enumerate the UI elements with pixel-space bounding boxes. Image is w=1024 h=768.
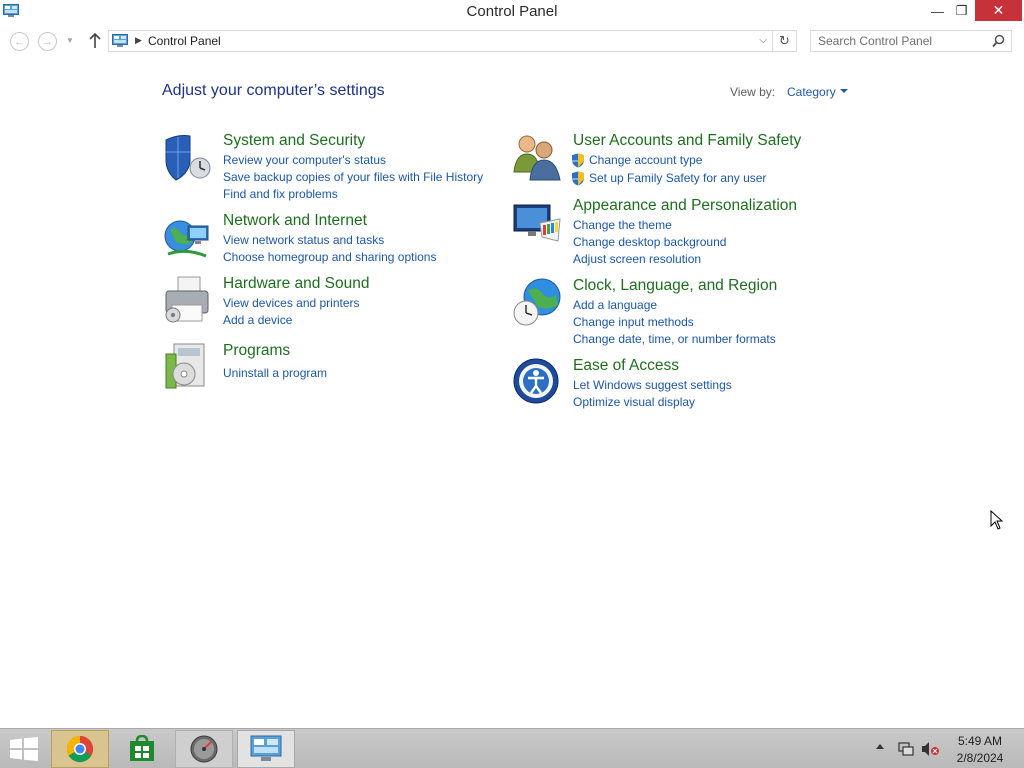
control-panel-icon — [112, 34, 128, 47]
clock-date[interactable]: 2/8/2024 — [950, 751, 1010, 765]
category-system-security: System and Security Review your computer… — [162, 132, 502, 207]
breadcrumb-control-panel[interactable]: Control Panel — [148, 34, 221, 48]
link-desktop-background[interactable]: Change desktop background — [573, 235, 726, 249]
windows-start-icon[interactable] — [8, 737, 40, 761]
category-heading-clock-language-region[interactable]: Clock, Language, and Region — [573, 277, 777, 295]
refresh-icon: ↻ — [779, 33, 790, 48]
ease-of-access-icon[interactable] — [512, 357, 562, 407]
control-panel-icon — [250, 735, 282, 761]
category-ease-of-access: Ease of Access Let Windows suggest setti… — [512, 357, 852, 412]
restore-button[interactable]: ❐ — [948, 0, 975, 22]
link-network-status[interactable]: View network status and tasks — [223, 233, 384, 247]
clock-globe-icon[interactable] — [512, 277, 562, 327]
arrow-right-icon: → — [42, 35, 53, 48]
network-globe-icon[interactable] — [162, 212, 212, 262]
category-heading-user-accounts[interactable]: User Accounts and Family Safety — [573, 132, 801, 150]
link-find-fix-problems[interactable]: Find and fix problems — [223, 187, 338, 201]
link-uninstall-program[interactable]: Uninstall a program — [223, 366, 327, 380]
link-family-safety[interactable]: Set up Family Safety for any user — [589, 171, 766, 185]
up-button[interactable] — [87, 32, 103, 50]
chevron-down-icon: ▼ — [66, 36, 74, 45]
category-heading-ease-of-access[interactable]: Ease of Access — [573, 357, 679, 375]
network-icon[interactable] — [898, 741, 914, 757]
link-change-account-type[interactable]: Change account type — [589, 153, 702, 167]
arrow-left-icon: ← — [14, 35, 25, 48]
category-heading-network-internet[interactable]: Network and Internet — [223, 212, 367, 230]
clock-time[interactable]: 5:49 AM — [950, 734, 1010, 748]
volume-muted-icon[interactable] — [921, 741, 939, 757]
store-icon — [130, 735, 154, 761]
link-file-history[interactable]: Save backup copies of your files with Fi… — [223, 170, 483, 184]
link-date-time-formats[interactable]: Change date, time, or number formats — [573, 332, 776, 346]
link-review-status[interactable]: Review your computer's status — [223, 153, 386, 167]
search-box[interactable] — [810, 30, 1012, 52]
category-heading-programs[interactable]: Programs — [223, 342, 290, 360]
breadcrumb-separator-icon[interactable]: ▶ — [135, 35, 142, 46]
address-dropdown-icon[interactable]: ⌵ — [759, 35, 767, 46]
window-title: Control Panel — [466, 3, 558, 20]
link-optimize-display[interactable]: Optimize visual display — [573, 395, 695, 409]
search-input[interactable] — [818, 31, 988, 51]
link-homegroup-sharing[interactable]: Choose homegroup and sharing options — [223, 250, 436, 264]
link-input-methods[interactable]: Change input methods — [573, 315, 694, 329]
gauge-icon — [190, 735, 218, 763]
refresh-button[interactable]: ↻ — [773, 30, 797, 52]
link-add-device[interactable]: Add a device — [223, 313, 292, 327]
monitor-palette-icon[interactable] — [512, 197, 562, 247]
close-button[interactable]: ✕ — [975, 0, 1022, 21]
programs-disc-icon[interactable] — [162, 342, 212, 392]
uac-shield-icon — [572, 171, 584, 186]
system-security-shield-icon[interactable] — [162, 132, 212, 182]
uac-shield-icon — [572, 153, 584, 168]
view-by-label: View by: — [730, 85, 776, 99]
mouse-cursor-icon — [990, 510, 1004, 530]
title-bar: Control Panel — ❐ ✕ — [0, 0, 1024, 24]
minimize-button[interactable]: — — [924, 0, 951, 22]
link-add-language[interactable]: Add a language — [573, 298, 657, 312]
link-suggest-settings[interactable]: Let Windows suggest settings — [573, 378, 732, 392]
category-heading-appearance[interactable]: Appearance and Personalization — [573, 197, 797, 215]
category-hardware-sound: Hardware and Sound View devices and prin… — [162, 275, 502, 330]
view-by-dropdown[interactable]: Category — [787, 85, 836, 99]
taskbar-control-panel-button[interactable] — [237, 730, 295, 768]
printer-icon[interactable] — [162, 275, 212, 325]
link-change-theme[interactable]: Change the theme — [573, 218, 672, 232]
link-screen-resolution[interactable]: Adjust screen resolution — [573, 252, 701, 266]
link-devices-printers[interactable]: View devices and printers — [223, 296, 360, 310]
users-icon[interactable] — [512, 132, 562, 182]
taskbar-chrome-button[interactable] — [51, 730, 109, 768]
taskbar-store-button[interactable] — [113, 730, 171, 768]
navigation-bar: ← → ▼ ▶ Control Panel ⌵ ↻ — [0, 27, 1024, 55]
forward-button[interactable]: → — [38, 32, 57, 51]
category-heading-hardware-sound[interactable]: Hardware and Sound — [223, 275, 370, 293]
page-title: Adjust your computer’s settings — [162, 82, 385, 99]
show-hidden-icons-icon[interactable] — [876, 744, 884, 749]
category-programs: Programs Uninstall a program — [162, 342, 502, 392]
recent-locations-button[interactable]: ▼ — [66, 36, 74, 45]
chrome-icon — [66, 735, 94, 763]
back-button[interactable]: ← — [10, 32, 29, 51]
category-clock-language-region: Clock, Language, and Region Add a langua… — [512, 277, 852, 352]
taskbar-gauge-app-button[interactable] — [175, 730, 233, 768]
category-network-internet: Network and Internet View network status… — [162, 212, 502, 267]
category-heading-system-security[interactable]: System and Security — [223, 132, 365, 150]
taskbar: 5:49 AM 2/8/2024 — [0, 728, 1024, 768]
search-icon[interactable] — [992, 34, 1005, 48]
view-by-caret-icon[interactable] — [840, 89, 848, 93]
address-bar[interactable]: ▶ Control Panel ⌵ — [108, 30, 773, 52]
category-appearance: Appearance and Personalization Change th… — [512, 197, 852, 272]
category-user-accounts: User Accounts and Family Safety Change a… — [512, 132, 852, 187]
